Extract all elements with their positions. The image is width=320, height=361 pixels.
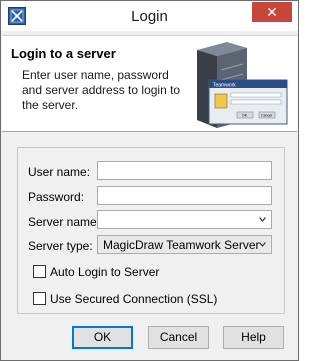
header-banner: Login to a server Enter user name, passw… — [2, 35, 297, 132]
ok-button[interactable]: OK — [72, 326, 133, 349]
server-type-value: MagicDraw Teamwork Server — [103, 238, 260, 252]
chevron-down-icon — [259, 217, 266, 222]
chevron-down-icon — [259, 242, 266, 247]
auto-login-checkbox[interactable] — [33, 265, 46, 278]
username-label: User name: — [28, 165, 91, 179]
server-type-label: Server type: — [28, 239, 93, 253]
secured-connection-checkbox[interactable] — [33, 292, 46, 305]
password-field[interactable] — [97, 186, 272, 205]
banner-description: Enter user name, password and server add… — [22, 68, 181, 112]
server-name-combo[interactable] — [97, 210, 272, 229]
close-icon: ✕ — [266, 4, 278, 20]
secured-connection-label[interactable]: Use Secured Connection (SSL) — [50, 292, 217, 306]
title-bar: Login ✕ — [1, 1, 298, 31]
server-name-label: Server name: — [28, 215, 101, 229]
art-dialog-title: Teamwork — [213, 83, 236, 89]
username-field[interactable] — [97, 161, 272, 180]
art-cancel-label: Cancel — [261, 114, 272, 118]
banner-heading: Login to a server — [11, 46, 116, 61]
help-button[interactable]: Help — [223, 326, 284, 349]
server-icon: Teamwork OK Cancel — [197, 42, 288, 128]
server-type-combo[interactable]: MagicDraw Teamwork Server — [97, 235, 272, 254]
login-dialog: Login ✕ Login to a server Enter user nam… — [0, 0, 299, 361]
art-ok-label: OK — [242, 114, 248, 118]
cancel-button[interactable]: Cancel — [148, 326, 209, 349]
close-button[interactable]: ✕ — [252, 2, 292, 22]
password-label: Password: — [28, 190, 85, 204]
auto-login-label[interactable]: Auto Login to Server — [50, 265, 159, 279]
